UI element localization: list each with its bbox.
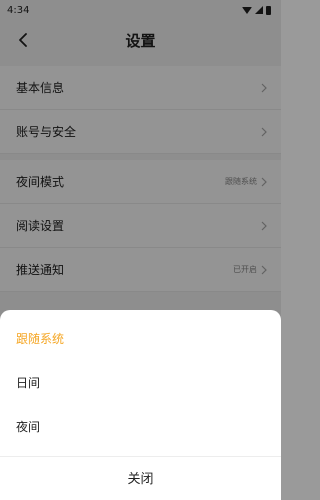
sheet-option-day[interactable]: 日间 bbox=[0, 360, 281, 404]
sheet-option-follow-system[interactable]: 跟随系统 bbox=[0, 316, 281, 360]
night-mode-sheet: 跟随系统 日间 夜间 关闭 bbox=[0, 310, 281, 500]
close-button[interactable]: 关闭 bbox=[0, 457, 281, 497]
sheet-option-night[interactable]: 夜间 bbox=[0, 404, 281, 448]
